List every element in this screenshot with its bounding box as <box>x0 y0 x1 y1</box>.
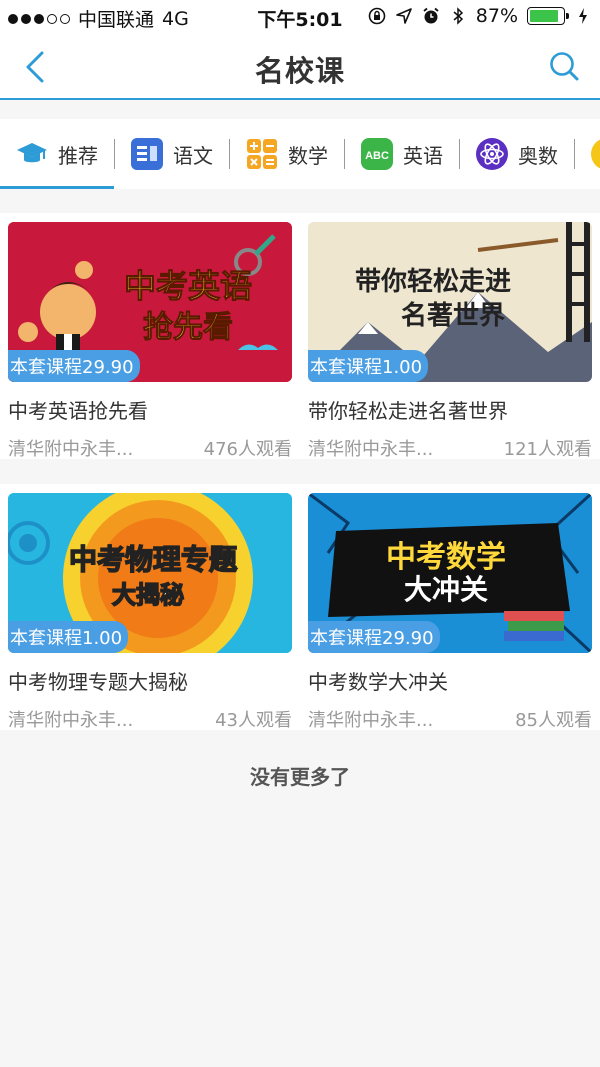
charging-bolt-icon <box>574 7 592 25</box>
price-badge: 本套课程1.00 <box>8 621 129 653</box>
course-school: 清华附中永丰... <box>308 710 434 731</box>
thumbnail-title-line-1: 中考物理专题 <box>69 543 237 576</box>
more-category-icon <box>591 138 600 170</box>
course-title: 中考英语抢先看 <box>8 399 148 423</box>
course-school: 清华附中永丰... <box>8 439 134 460</box>
search-button[interactable] <box>546 48 582 84</box>
course-school: 清华附中永丰... <box>8 710 134 731</box>
rotation-lock-icon <box>368 7 386 25</box>
course-card[interactable]: 中考物理专题 大揭秘 本套课程1.00 中考物理专题大揭秘 清华附中永丰... … <box>8 493 292 732</box>
status-bar: 中国联通 4G 下午5:01 87% <box>0 0 600 34</box>
course-card[interactable]: 中考英语 抢先看 本套课程29.90 中考英语抢先看 清华附中永丰... 476… <box>8 222 292 461</box>
bluetooth-icon <box>449 7 467 25</box>
course-thumbnail: 中考数学 大冲关 本套课程29.90 <box>308 493 592 653</box>
tab-label: 英语 <box>403 143 443 168</box>
tab-chinese[interactable]: 语文 <box>115 119 229 189</box>
search-icon <box>550 52 579 81</box>
thumbnail-title-line-1: 带你轻松走进 <box>355 267 511 297</box>
thumbnail-title-line-2: 抢先看 <box>143 310 233 345</box>
nav-bar: 名校课 <box>0 34 600 100</box>
course-meta: 清华附中永丰... 43人观看 <box>8 706 292 732</box>
math-grid-icon <box>246 138 278 170</box>
course-meta: 清华附中永丰... 476人观看 <box>8 435 292 461</box>
tab-label: 奥数 <box>518 143 558 168</box>
course-school: 清华附中永丰... <box>308 439 434 460</box>
course-row: 中考物理专题 大揭秘 本套课程1.00 中考物理专题大揭秘 清华附中永丰... … <box>0 484 600 732</box>
battery-fill <box>530 10 558 22</box>
graduation-cap-icon <box>16 138 48 170</box>
price-badge: 本套课程29.90 <box>308 621 440 653</box>
course-views: 476人观看 <box>203 439 292 460</box>
tab-recommend[interactable]: 推荐 <box>0 119 114 189</box>
course-card[interactable]: 带你轻松走进 名著世界 本套课程1.00 带你轻松走进名著世界 清华附中永丰..… <box>308 222 592 461</box>
tab-olympiad-math[interactable]: 奥数 <box>460 119 574 189</box>
course-row: 中考英语 抢先看 本套课程29.90 中考英语抢先看 清华附中永丰... 476… <box>0 213 600 461</box>
course-card[interactable]: 中考数学 大冲关 本套课程29.90 中考数学大冲关 清华附中永丰... 85人… <box>308 493 592 732</box>
price-badge: 本套课程1.00 <box>308 350 429 382</box>
status-right: 87% <box>368 5 592 27</box>
tab-english[interactable]: ABC 英语 <box>345 119 459 189</box>
battery-icon <box>527 7 569 25</box>
course-views: 85人观看 <box>515 710 592 731</box>
course-thumbnail: 中考物理专题 大揭秘 本套课程1.00 <box>8 493 292 653</box>
svg-text:ABC: ABC <box>365 150 389 162</box>
no-more-text: 没有更多了 <box>250 765 350 789</box>
course-meta: 清华附中永丰... 121人观看 <box>308 435 592 461</box>
course-thumbnail: 带你轻松走进 名著世界 本套课程1.00 <box>308 222 592 382</box>
tab-label: 数学 <box>288 143 328 168</box>
tab-math[interactable]: 数学 <box>230 119 344 189</box>
course-views: 121人观看 <box>503 439 592 460</box>
thumbnail-title-line-2: 大揭秘 <box>112 581 184 609</box>
tab-label: 推荐 <box>58 143 98 168</box>
thumbnail-title-line-1: 中考英语 <box>124 267 252 305</box>
tab-more[interactable] <box>575 119 600 189</box>
thumbnail-title-line-2: 大冲关 <box>404 573 488 606</box>
thumbnail-title-line-1: 中考数学 <box>386 540 506 575</box>
course-title: 中考物理专题大揭秘 <box>8 670 188 694</box>
abc-icon: ABC <box>361 138 393 170</box>
course-title: 带你轻松走进名著世界 <box>308 399 508 423</box>
page-title: 名校课 <box>254 54 345 88</box>
category-bar: 推荐 语文 数学 ABC 英语 奥数 <box>0 119 600 189</box>
tab-label: 语文 <box>173 143 213 168</box>
chinese-book-icon <box>131 138 163 170</box>
course-views: 43人观看 <box>215 710 292 731</box>
price-badge: 本套课程29.90 <box>8 350 140 382</box>
atom-icon <box>476 138 508 170</box>
alarm-clock-icon <box>422 7 440 25</box>
course-thumbnail: 中考英语 抢先看 本套课程29.90 <box>8 222 292 382</box>
battery-percent: 87% <box>475 5 518 27</box>
location-arrow-icon <box>395 7 413 25</box>
course-meta: 清华附中永丰... 85人观看 <box>308 706 592 732</box>
thumbnail-title-line-2: 名著世界 <box>401 300 505 331</box>
course-title: 中考数学大冲关 <box>308 670 448 694</box>
